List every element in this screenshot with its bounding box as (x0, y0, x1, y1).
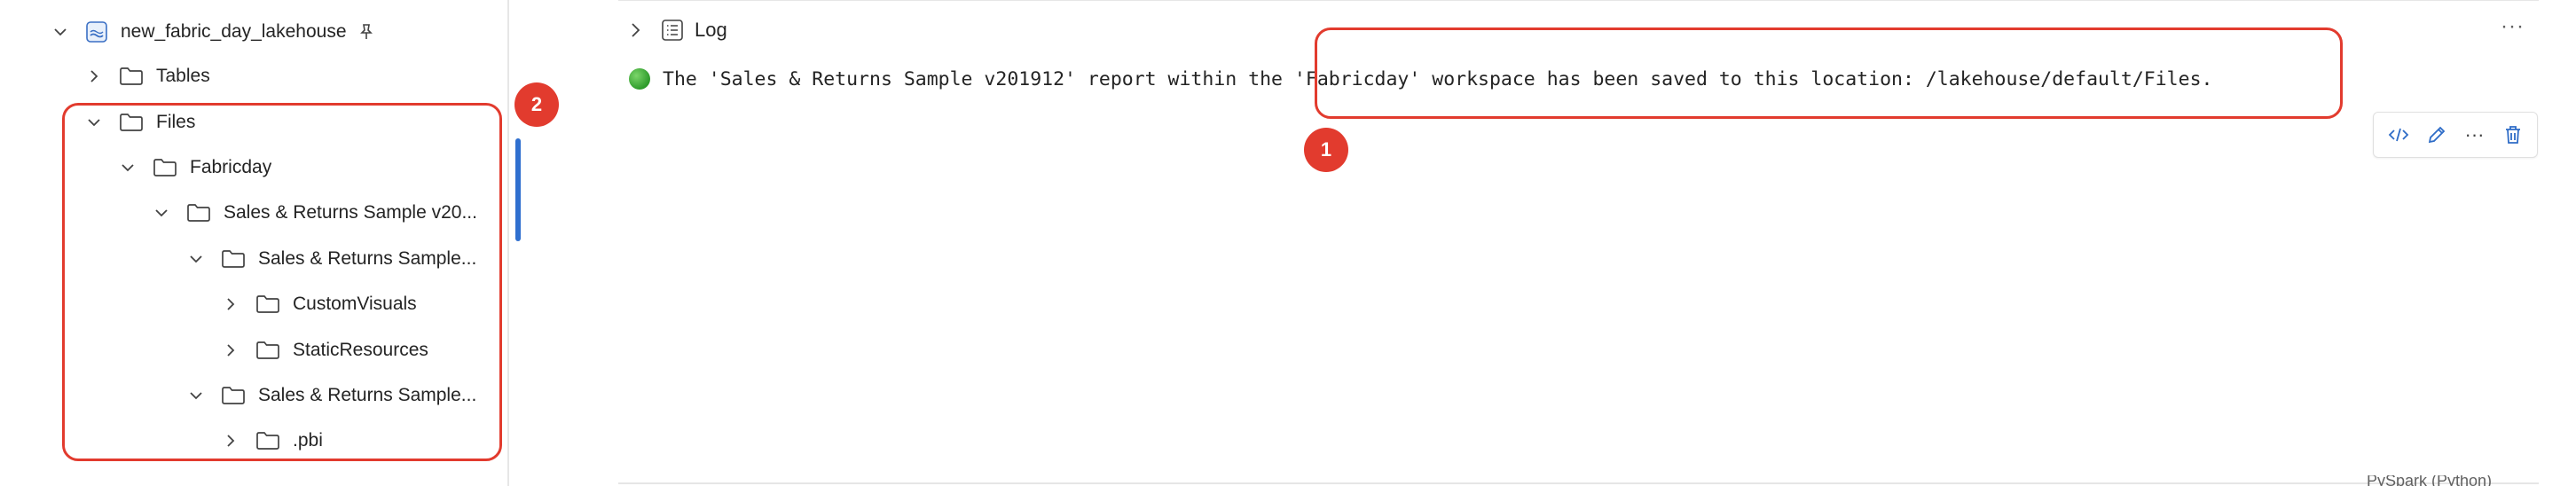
divider (618, 482, 2539, 484)
annotation-badge-2: 2 (514, 82, 559, 127)
cell-toolbar: ··· (2373, 112, 2538, 158)
folder-icon (119, 66, 144, 87)
pin-icon[interactable] (357, 22, 375, 42)
tree-item-tables[interactable]: Tables (85, 57, 210, 96)
chevron-right-icon[interactable] (85, 67, 103, 85)
annotation-badge-1: 1 (1304, 128, 1348, 172)
tree-item-label: Tables (156, 66, 210, 86)
lakehouse-icon (85, 20, 108, 43)
lakehouse-explorer: new_fabric_day_lakehouse Tables Files Fa… (0, 0, 509, 486)
list-icon (661, 19, 684, 42)
more-actions-icon[interactable]: ··· (2461, 121, 2489, 149)
success-icon (629, 68, 650, 90)
trash-icon[interactable] (2499, 121, 2527, 149)
lakehouse-name: new_fabric_day_lakehouse (121, 21, 347, 42)
scroll-indicator[interactable] (515, 138, 521, 241)
code-icon[interactable] (2384, 121, 2413, 149)
pencil-icon[interactable] (2423, 121, 2451, 149)
tree-item-lakehouse[interactable]: new_fabric_day_lakehouse (51, 12, 375, 51)
chevron-down-icon[interactable] (51, 23, 69, 41)
chevron-right-icon[interactable] (625, 20, 645, 40)
files-highlight-box (62, 103, 502, 461)
log-header[interactable]: Log (618, 14, 727, 46)
more-options-icon[interactable]: ··· (2501, 14, 2525, 39)
divider (618, 0, 2539, 1)
workspace-highlight-box (1315, 27, 2343, 119)
language-label[interactable]: PySpark (Python) (2367, 475, 2492, 486)
log-label: Log (695, 19, 727, 41)
